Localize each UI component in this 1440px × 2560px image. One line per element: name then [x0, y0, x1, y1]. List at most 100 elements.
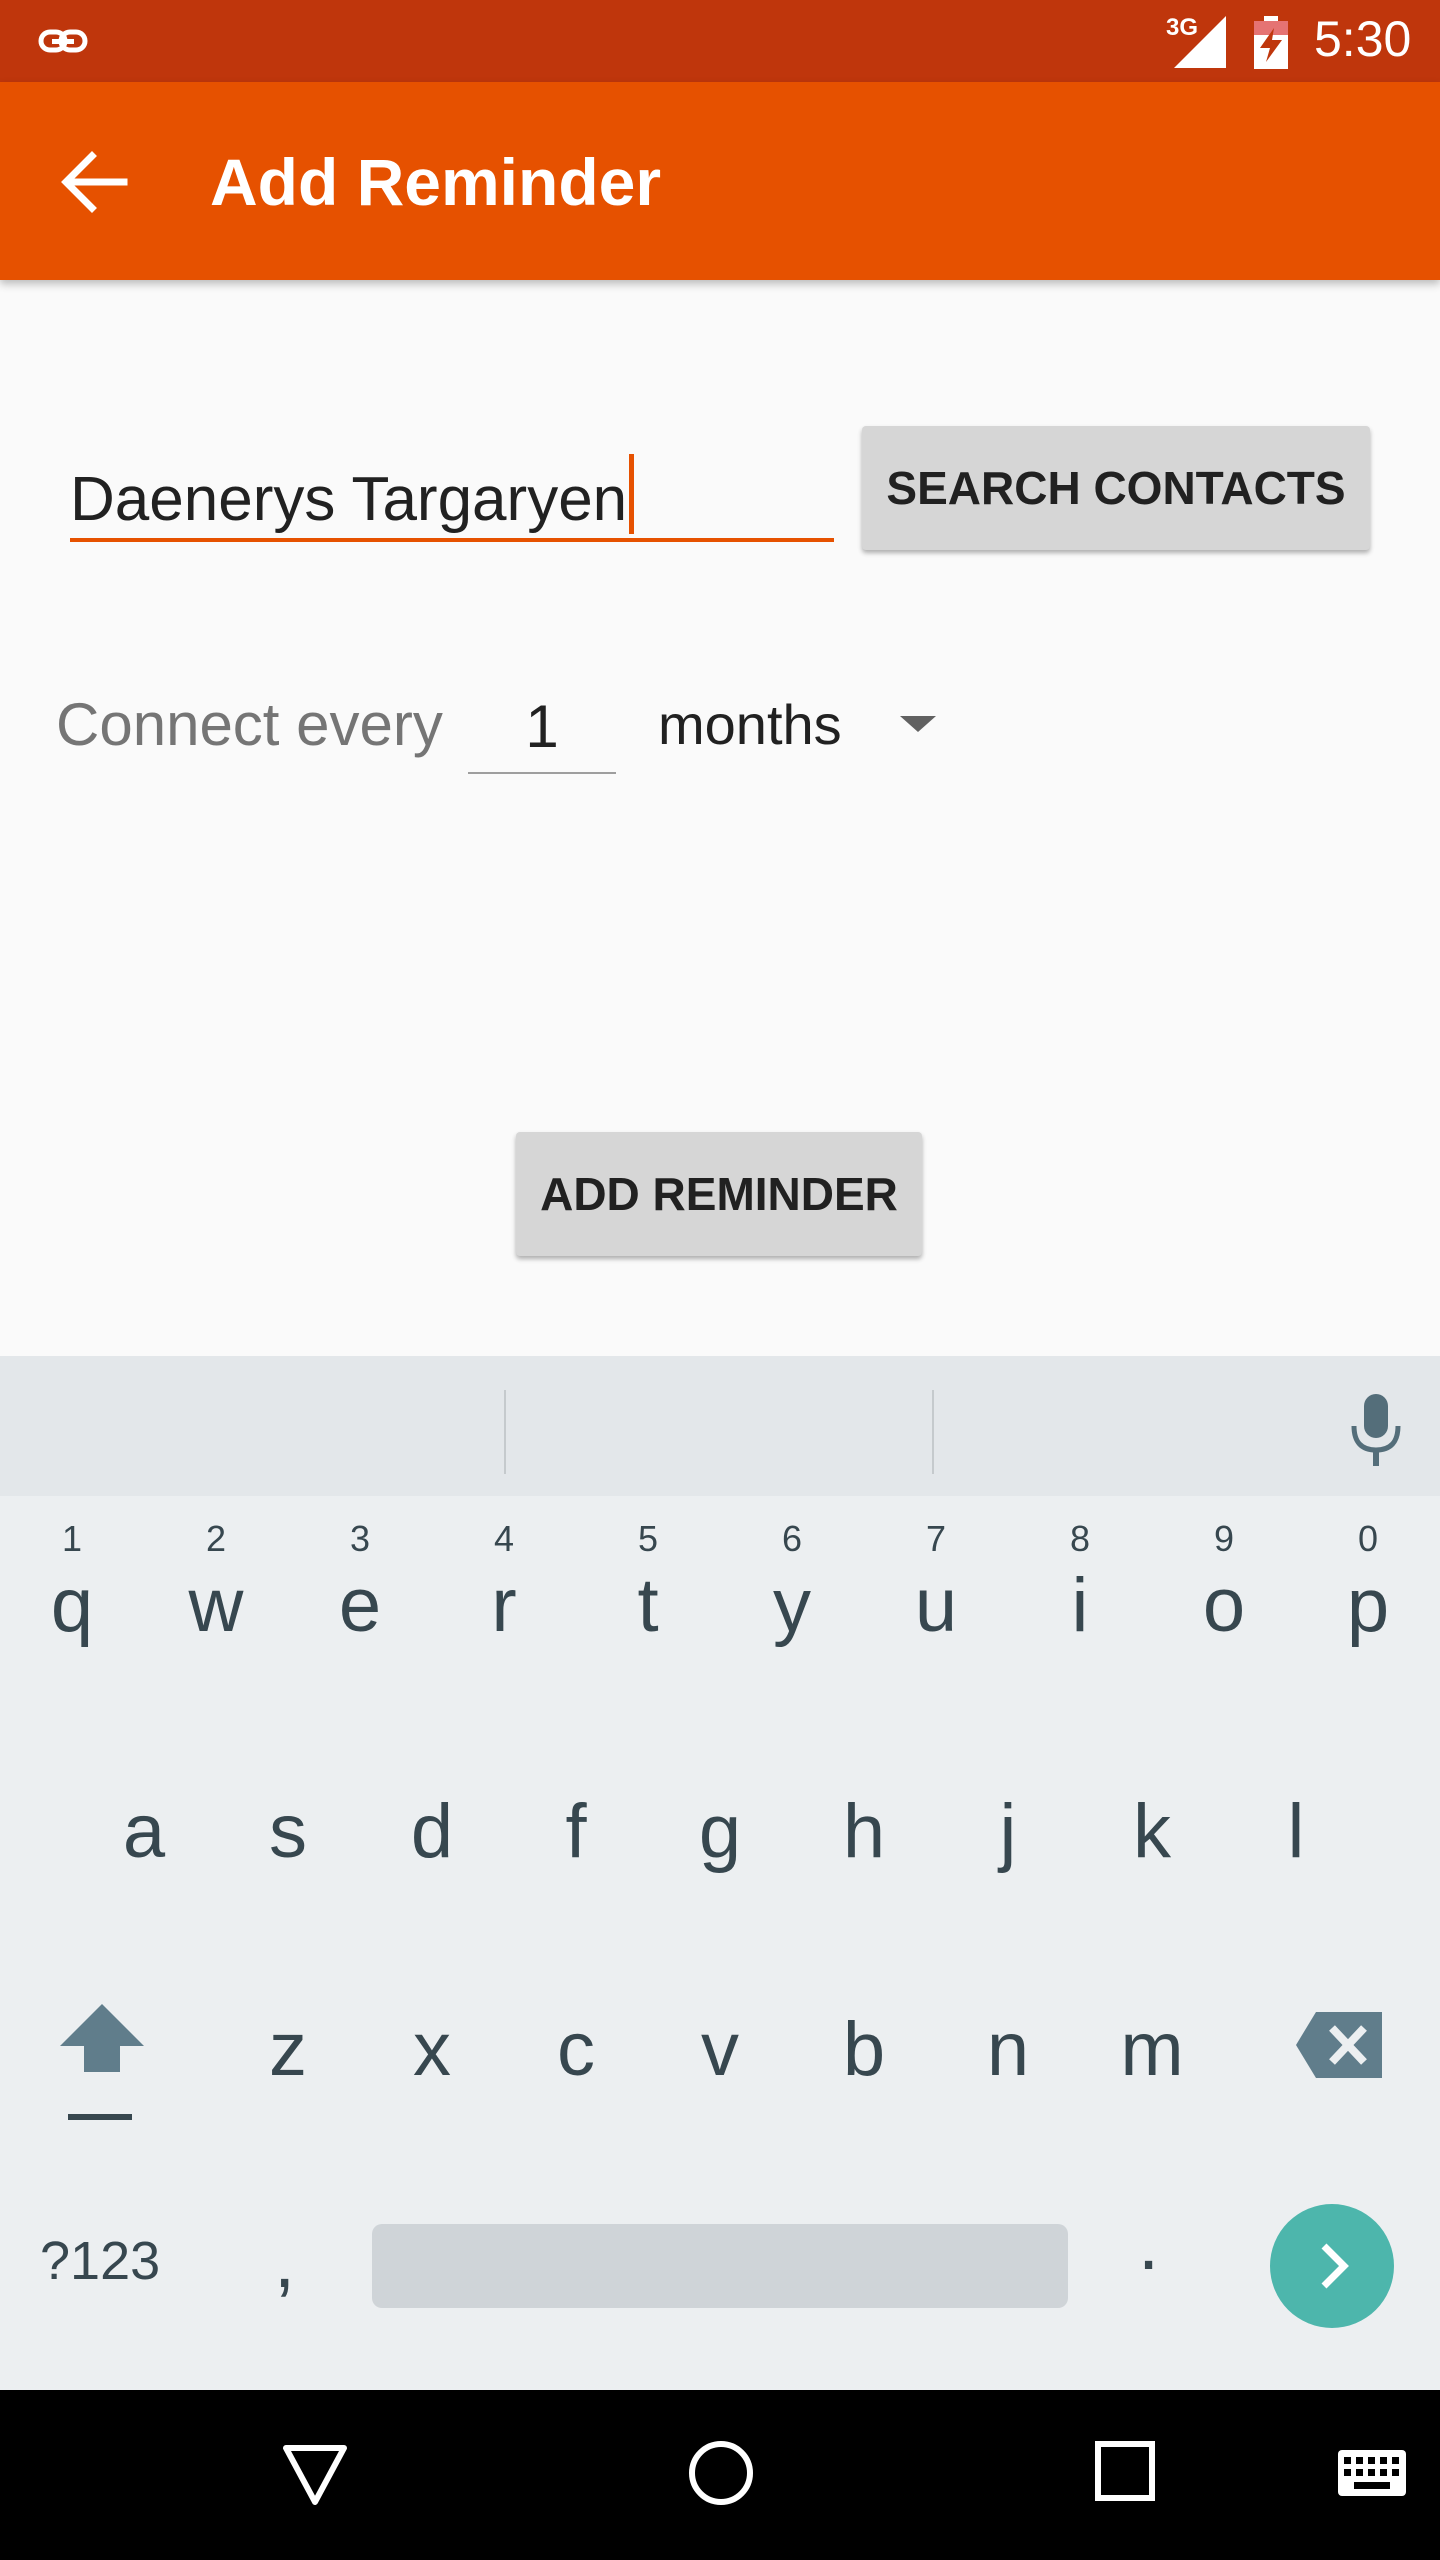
key-label: q	[50, 1563, 94, 1648]
keyboard-key[interactable]: h	[792, 1788, 936, 1988]
keyboard-key[interactable]: 2w	[144, 1518, 288, 1718]
key-hint: 9	[1213, 1518, 1235, 1559]
keyboard-key[interactable]: d	[360, 1788, 504, 1988]
interval-unit-dropdown[interactable]: months	[658, 692, 948, 764]
keyboard-icon[interactable]	[1336, 2448, 1408, 2498]
key-label: r	[491, 1563, 517, 1648]
key-label: l	[1287, 1789, 1305, 1874]
key-hint: 8	[1069, 1518, 1091, 1559]
key-label: p	[1346, 1563, 1390, 1648]
dropdown-arrow-icon	[900, 716, 936, 732]
key-label: d	[410, 1789, 454, 1874]
keyboard-key[interactable]: 3e	[288, 1518, 432, 1718]
interval-number-input[interactable]: 1	[468, 684, 616, 774]
key-label: z	[269, 2007, 307, 2092]
key-label: b	[842, 2007, 886, 2092]
navigation-bar	[0, 2390, 1440, 2560]
key-label: m	[1120, 2007, 1184, 2092]
back-arrow-icon[interactable]	[54, 142, 134, 222]
key-label: e	[338, 1563, 382, 1648]
interval-value: 1	[525, 693, 559, 760]
key-label: k	[1133, 1789, 1171, 1874]
key-label: w	[188, 1563, 244, 1648]
text-cursor	[629, 454, 635, 534]
keyboard-key[interactable]: n	[936, 2006, 1080, 2206]
key-label: c	[557, 2007, 595, 2092]
keyboard-key[interactable]: 7u	[864, 1518, 1008, 1718]
shift-icon[interactable]	[52, 2000, 152, 2130]
contact-name-input[interactable]: Daenerys Targaryen	[70, 442, 834, 542]
page-title: Add Reminder	[210, 145, 662, 219]
key-label: a	[122, 1789, 166, 1874]
key-label: y	[773, 1563, 811, 1648]
keyboard-key[interactable]: 4r	[432, 1518, 576, 1718]
key-label: s	[269, 1789, 307, 1874]
keyboard-key[interactable]: b	[792, 2006, 936, 2206]
contact-name-value: Daenerys Targaryen	[70, 465, 628, 534]
battery-charging-icon	[1254, 16, 1288, 69]
recents-square-icon[interactable]	[1094, 2440, 1156, 2502]
keyboard-key[interactable]: 0p	[1296, 1518, 1440, 1718]
key-hint: 6	[781, 1518, 803, 1559]
key-label: f	[565, 1789, 587, 1874]
next-action-key[interactable]	[1270, 2204, 1394, 2328]
keyboard-key[interactable]: 6y	[720, 1518, 864, 1718]
keyboard-key[interactable]: k	[1080, 1788, 1224, 1988]
key-label: o	[1202, 1563, 1246, 1648]
suggestion-divider	[932, 1390, 934, 1474]
keyboard-key[interactable]: c	[504, 2006, 648, 2206]
key-label: t	[637, 1563, 659, 1648]
key-label: i	[1071, 1563, 1089, 1648]
key-label: x	[413, 2007, 451, 2092]
back-triangle-icon[interactable]	[280, 2440, 350, 2510]
key-hint: 4	[493, 1518, 515, 1559]
search-contacts-button[interactable]: SEARCH CONTACTS	[862, 426, 1370, 550]
period-key[interactable]: .	[1138, 2200, 1159, 2287]
key-hint: 7	[925, 1518, 947, 1559]
keyboard-key[interactable]: m	[1080, 2006, 1224, 2206]
keyboard-key[interactable]: s	[216, 1788, 360, 1988]
backspace-icon[interactable]	[1294, 2010, 1384, 2080]
key-label: n	[986, 2007, 1030, 2092]
clock: 5:30	[1314, 11, 1412, 67]
keyboard-key[interactable]: g	[648, 1788, 792, 1988]
input-underline	[70, 538, 834, 542]
keyboard-key[interactable]: v	[648, 2006, 792, 2206]
key-label: v	[701, 2007, 739, 2092]
key-label: h	[842, 1789, 886, 1874]
microphone-icon[interactable]	[1348, 1392, 1404, 1468]
home-circle-icon[interactable]	[686, 2438, 756, 2508]
key-label: j	[999, 1789, 1017, 1874]
symbols-key[interactable]: ?123	[40, 2230, 160, 2292]
keyboard-key[interactable]: 1q	[0, 1518, 144, 1718]
app-toolbar: Add Reminder	[0, 82, 1440, 280]
key-label: g	[698, 1789, 742, 1874]
chevron-right-icon	[1321, 2243, 1349, 2289]
key-hint: 5	[637, 1518, 659, 1559]
keyboard-key[interactable]: 8i	[1008, 1518, 1152, 1718]
keyboard-key[interactable]: f	[504, 1788, 648, 1988]
keyboard-key[interactable]: x	[360, 2006, 504, 2206]
keyboard-key[interactable]: z	[216, 2006, 360, 2206]
key-hint: 1	[61, 1518, 83, 1559]
keyboard-key[interactable]: j	[936, 1788, 1080, 1988]
key-label: u	[914, 1563, 958, 1648]
suggestion-strip	[0, 1356, 1440, 1496]
network-type: 3G	[1166, 14, 1199, 41]
connect-every-label: Connect every	[56, 691, 443, 758]
keyboard-key[interactable]: a	[72, 1788, 216, 1988]
comma-key[interactable]: ,	[274, 2218, 295, 2305]
keyboard-key[interactable]: 9o	[1152, 1518, 1296, 1718]
status-bar: 3G 5:30	[0, 0, 1440, 82]
keyboard-key[interactable]: 5t	[576, 1518, 720, 1718]
space-key[interactable]	[372, 2224, 1068, 2308]
key-hint: 0	[1357, 1518, 1379, 1559]
key-hint: 3	[349, 1518, 371, 1559]
interval-unit-value: months	[658, 693, 842, 756]
link-icon	[38, 29, 88, 53]
interval-underline	[468, 772, 616, 774]
keyboard-key[interactable]: l	[1224, 1788, 1368, 1988]
key-hint: 2	[205, 1518, 227, 1559]
suggestion-divider	[504, 1390, 506, 1474]
add-reminder-button[interactable]: ADD REMINDER	[516, 1132, 922, 1256]
